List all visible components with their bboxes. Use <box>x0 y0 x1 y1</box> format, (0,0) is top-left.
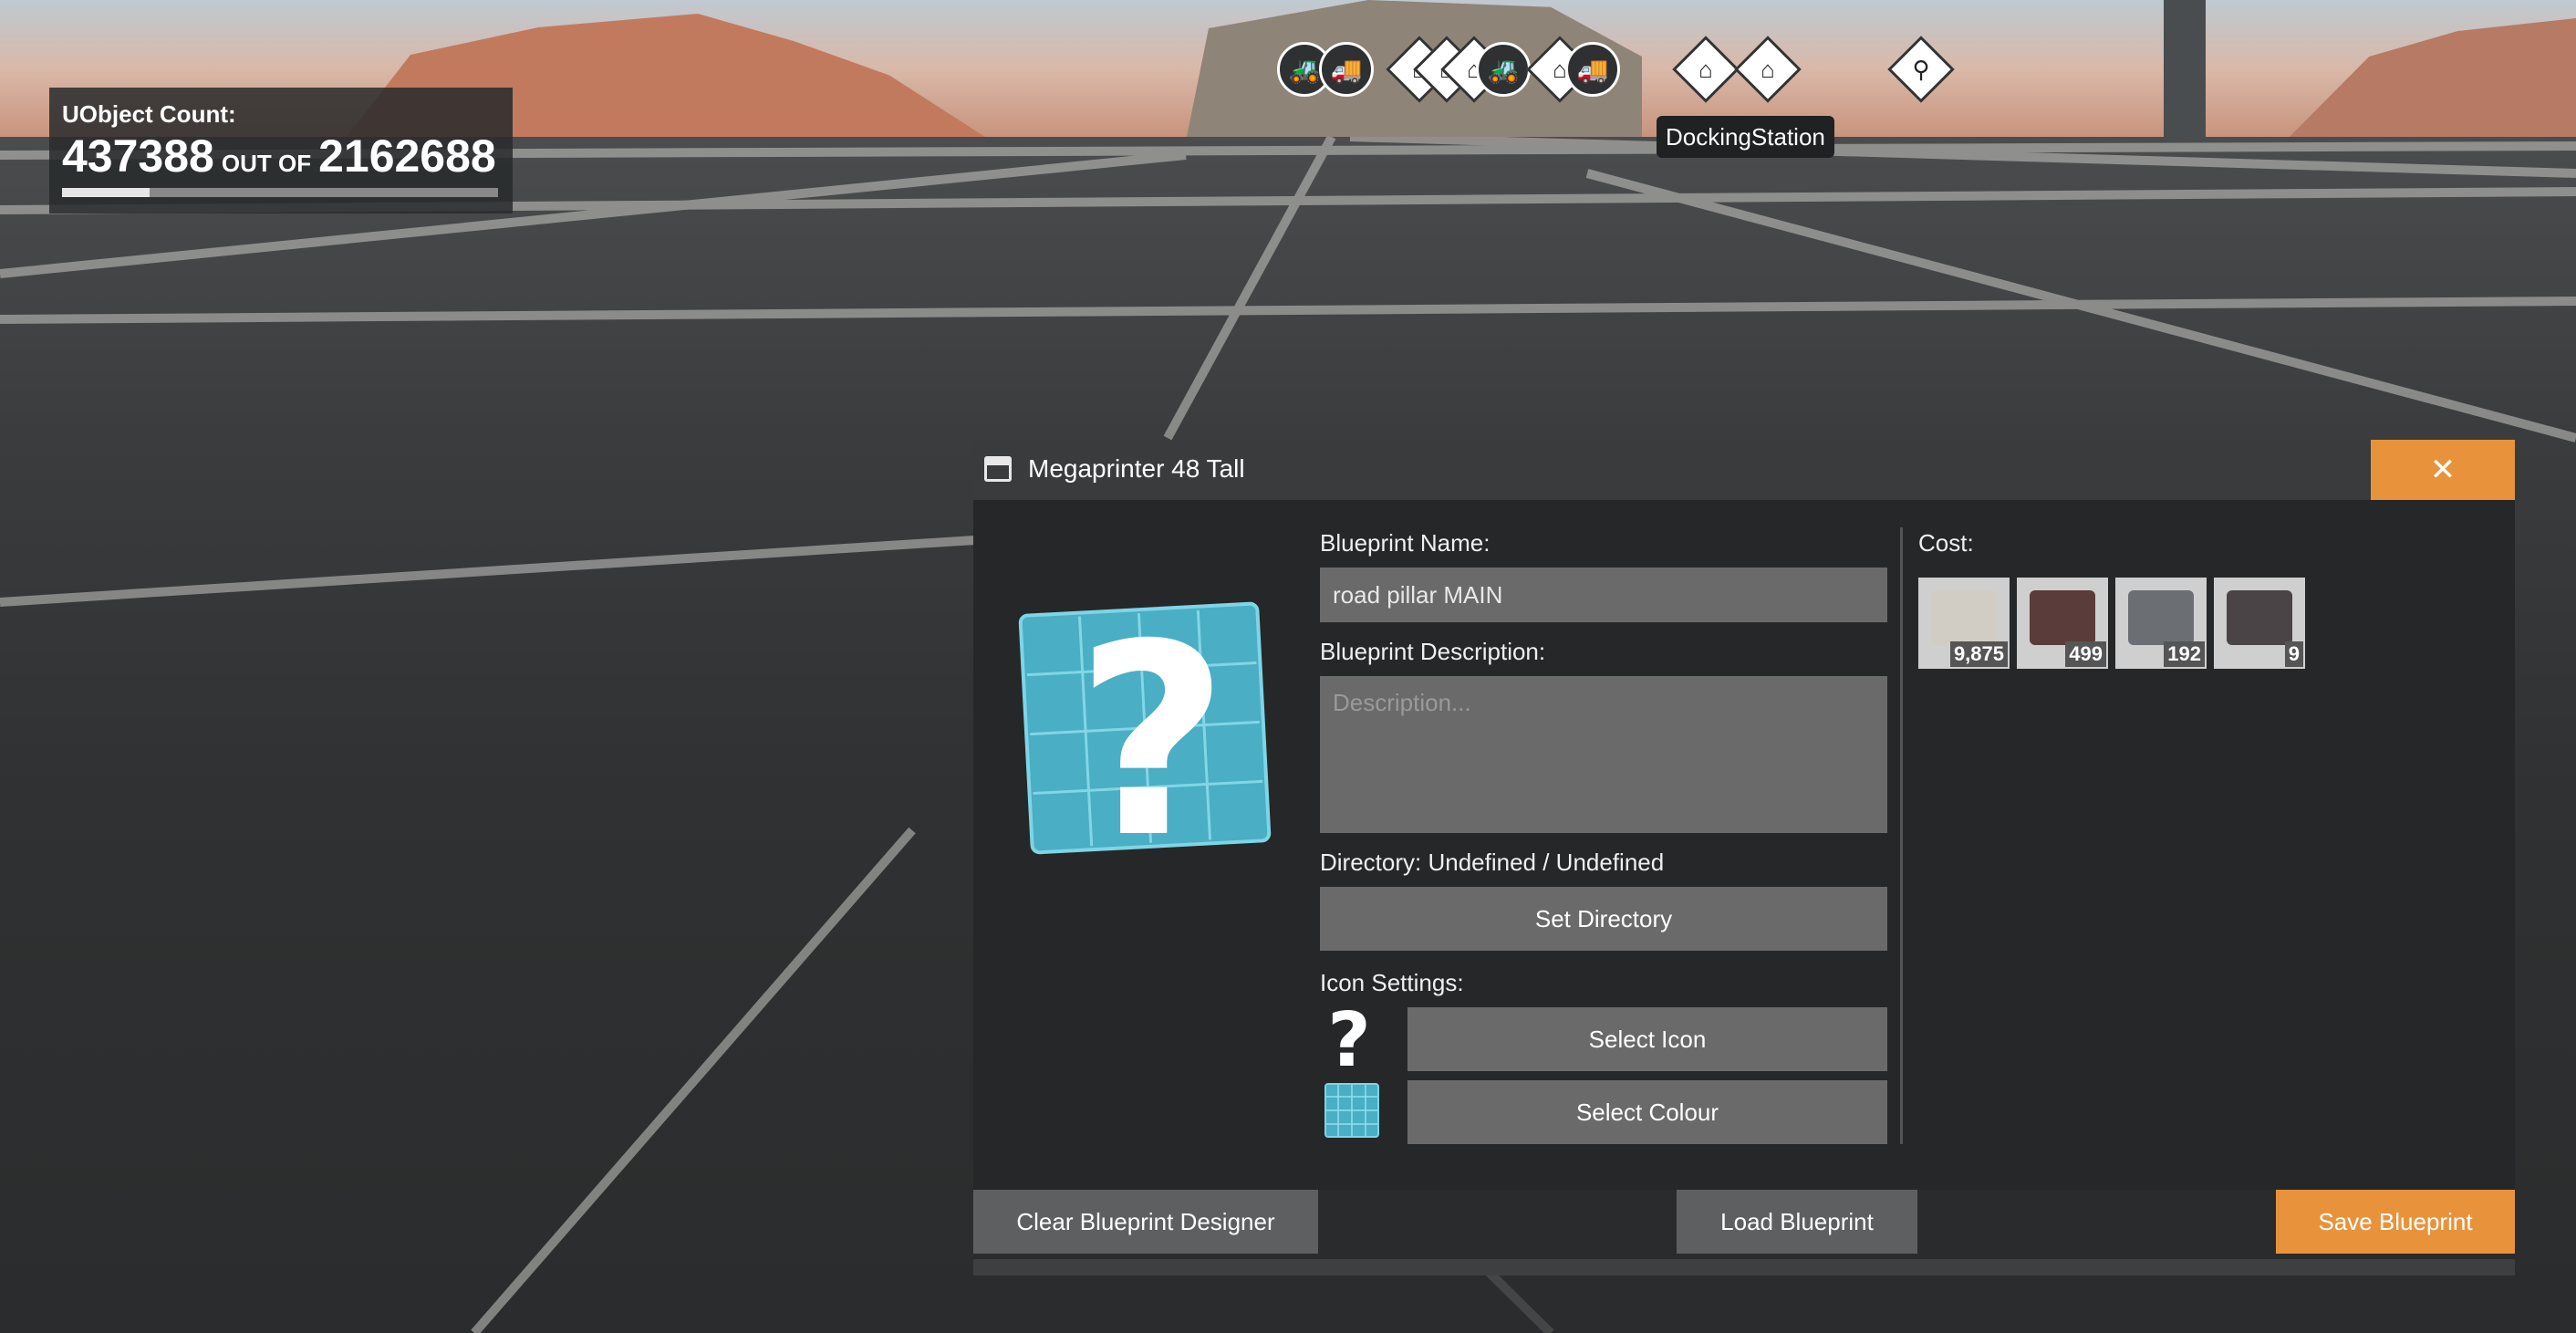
uobject-count-label: UObject Count: <box>62 100 236 128</box>
uobject-progress-fill <box>62 188 150 197</box>
uobject-separator: OUT OF <box>221 150 312 177</box>
clear-blueprint-designer-button[interactable]: Clear Blueprint Designer <box>973 1190 1318 1254</box>
compass-marker-truck-icon: 🚜 <box>1476 42 1531 97</box>
dialog-title: Megaprinter 48 Tall <box>1028 454 1245 483</box>
blueprint-preview-icon: ? <box>1018 600 1272 856</box>
dialog-titlebar[interactable]: Megaprinter 48 Tall ✕ <box>973 440 2515 500</box>
blueprint-description-input[interactable] <box>1320 676 1887 833</box>
close-icon: ✕ <box>2429 453 2457 487</box>
set-directory-button[interactable]: Set Directory <box>1320 887 1887 951</box>
blueprint-name-label: Blueprint Name: <box>1320 529 1491 557</box>
load-blueprint-button[interactable]: Load Blueprint <box>1677 1190 1917 1254</box>
steel-beam-icon <box>2030 590 2095 645</box>
uobject-current: 437388 <box>62 130 214 182</box>
encased-beam-icon <box>2227 590 2292 645</box>
icon-settings-label: Icon Settings: <box>1320 969 1464 996</box>
column-divider <box>1900 527 1903 1144</box>
docking-station-icon: ⌂ <box>1761 55 1775 83</box>
directory-label: Directory: Undefined / Undefined <box>1320 849 1665 876</box>
compass-marker-truck-icon: 🚚 <box>1565 42 1620 97</box>
cost-tile-encased-beam[interactable]: 9 <box>2214 578 2305 669</box>
blueprint-description-label: Blueprint Description: <box>1320 638 1546 665</box>
truck-icon: 🚜 <box>1487 55 1520 84</box>
save-blueprint-button[interactable]: Save Blueprint <box>2276 1190 2515 1254</box>
uobject-max: 2162688 <box>318 130 496 182</box>
window-icon <box>984 456 1012 482</box>
select-colour-button[interactable]: Select Colour <box>1407 1080 1887 1144</box>
close-button[interactable]: ✕ <box>2371 440 2515 500</box>
truck-icon: 🚚 <box>1330 55 1363 84</box>
cost-quantity: 9,875 <box>1949 641 2008 667</box>
uobject-counter-panel: UObject Count: 437388 OUT OF 2162688 <box>49 88 513 213</box>
cost-tile-steel-pipe[interactable]: 192 <box>2115 578 2207 669</box>
question-mark-icon: ? <box>1331 1002 1367 1075</box>
cost-tile-steel-beam[interactable]: 499 <box>2017 578 2108 669</box>
svg-text:?: ? <box>1075 600 1229 856</box>
concrete-icon <box>1931 590 1997 645</box>
truck-icon: 🚚 <box>1576 55 1609 84</box>
cost-quantity: 192 <box>2164 641 2205 667</box>
cost-tile-concrete[interactable]: 9,875 <box>1918 578 2010 669</box>
uobject-count-value: 437388 OUT OF 2162688 <box>62 130 496 182</box>
svg-text:?: ? <box>1331 1002 1367 1075</box>
steel-pipe-icon <box>2128 590 2194 645</box>
dialog-bottom-strip <box>973 1259 2515 1276</box>
colour-swatch-icon <box>1324 1083 1379 1138</box>
blueprint-name-input[interactable] <box>1320 568 1887 622</box>
cost-quantity: 499 <box>2065 641 2106 667</box>
compass-marker-truck-icon: 🚚 <box>1319 42 1374 97</box>
compass-tooltip: DockingStation <box>1657 116 1834 158</box>
tower-icon: ⚲ <box>1912 55 1930 83</box>
uobject-progress-bar <box>62 188 498 197</box>
cost-quantity: 9 <box>2284 641 2303 667</box>
truck-icon: 🚜 <box>1288 55 1321 84</box>
tower-structure <box>2164 0 2206 137</box>
blueprint-designer-dialog: Megaprinter 48 Tall ✕ ? Blueprint Name: … <box>973 440 2515 1276</box>
select-icon-button[interactable]: Select Icon <box>1407 1007 1887 1071</box>
cost-label: Cost: <box>1918 529 1974 557</box>
station-icon: ⌂ <box>1698 55 1713 83</box>
